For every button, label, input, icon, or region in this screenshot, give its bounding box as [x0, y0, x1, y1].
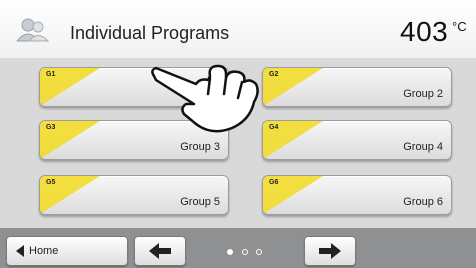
program-code: G1 [46, 71, 56, 78]
program-button-g4[interactable]: G4 Group 4 [262, 120, 452, 160]
page-title: Individual Programs [70, 23, 230, 43]
user-group-icon [15, 18, 50, 47]
temperature-unit: °C [452, 19, 467, 34]
program-label: Group 6 [403, 196, 443, 208]
program-code: G2 [269, 71, 279, 78]
program-button-g2[interactable]: G2 Group 2 [262, 67, 452, 107]
program-code: G4 [269, 124, 279, 131]
page-indicator-3 [256, 249, 262, 255]
header-bar: Individual Programs 403 °C [0, 0, 476, 58]
next-page-button[interactable] [304, 236, 356, 266]
home-label: Home [29, 245, 59, 257]
page-indicator-2 [242, 249, 248, 255]
program-label: Group 4 [403, 141, 443, 153]
pointing-hand-icon [146, 54, 266, 143]
footer-bar: Home [0, 228, 476, 268]
program-label: Group 2 [403, 88, 443, 100]
program-code: G3 [46, 124, 56, 131]
page-indicator-1 [227, 249, 233, 255]
program-button-g6[interactable]: G6 Group 6 [262, 175, 452, 215]
program-code: G5 [46, 179, 56, 186]
home-button[interactable]: Home [6, 236, 128, 266]
program-code: G6 [269, 179, 279, 186]
arrow-left-icon [149, 243, 171, 259]
arrow-right-icon [319, 243, 341, 259]
temperature-readout: 403 [400, 16, 449, 47]
program-button-g5[interactable]: G5 Group 5 [39, 175, 229, 215]
previous-page-button[interactable] [134, 236, 186, 266]
program-label: Group 5 [180, 196, 220, 208]
home-arrow-icon [16, 245, 24, 257]
